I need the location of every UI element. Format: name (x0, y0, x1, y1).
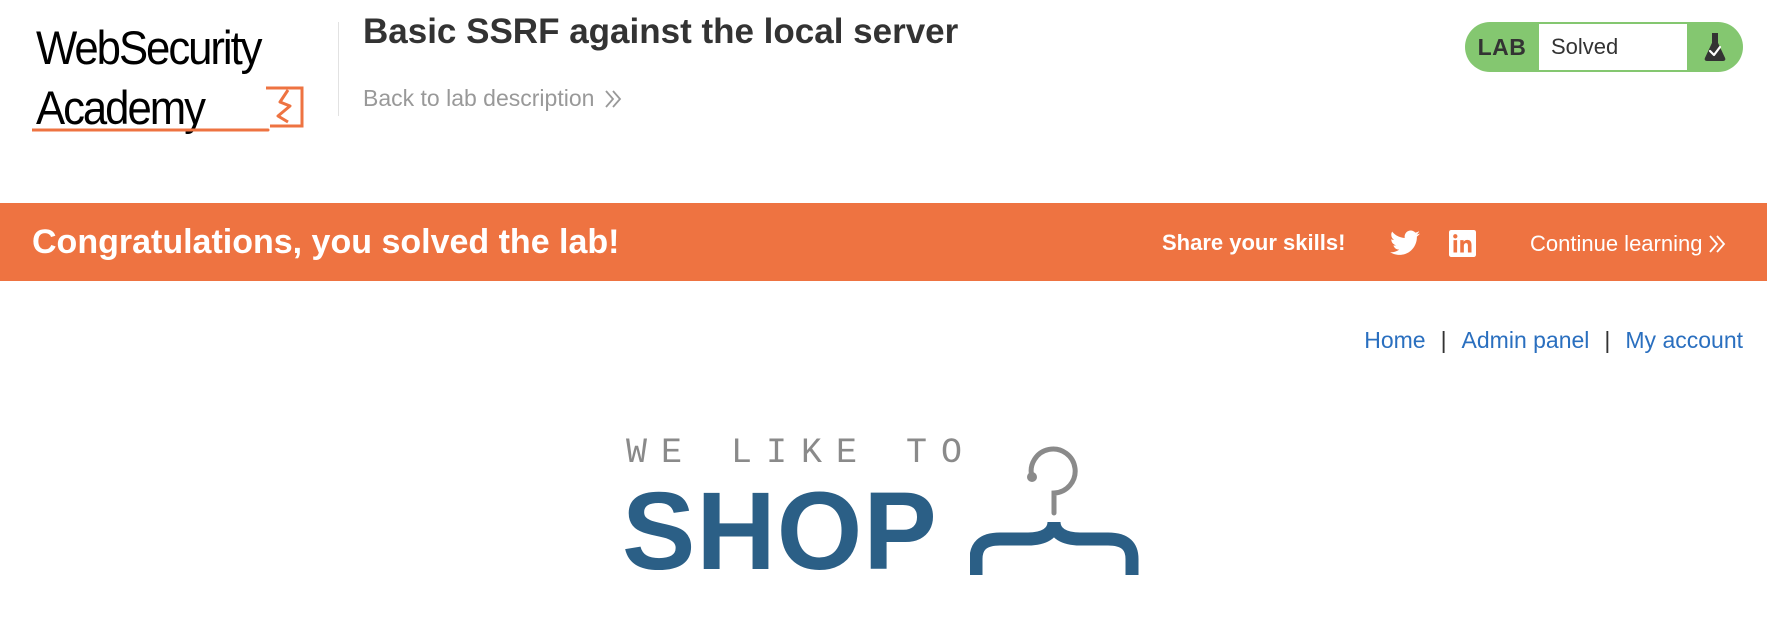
nav-separator: | (1440, 327, 1447, 353)
flask-icon (1687, 22, 1743, 72)
shop-wordmark: SHOP (622, 470, 938, 593)
hanger-icon (970, 446, 1139, 575)
shop-tagline: WE LIKE TO (626, 433, 977, 473)
lab-state: Solved (1539, 24, 1687, 70)
logo-text-line1: WebSecurity (36, 21, 263, 74)
back-link-label: Back to lab description (363, 85, 595, 111)
nav-link-admin-panel[interactable]: Admin panel (1462, 327, 1590, 354)
header-divider (338, 22, 339, 116)
double-chevron-right-icon (1709, 235, 1726, 253)
share-skills-label: Share your skills! (1162, 230, 1346, 255)
continue-learning-label: Continue learning (1530, 231, 1703, 256)
twitter-icon[interactable] (1390, 230, 1420, 261)
lab-tag: LAB (1477, 33, 1527, 60)
site-top-nav: Home | Admin panel | My account (1364, 327, 1743, 354)
solved-message: Congratulations, you solved the lab! (32, 223, 620, 261)
nav-separator: | (1604, 327, 1611, 353)
academy-logo-mark-icon (32, 86, 304, 132)
lab-status-widget: LAB Solved (1465, 22, 1743, 72)
web-security-academy-logo[interactable]: WebSecurity Academy (32, 20, 340, 132)
double-chevron-right-icon (605, 89, 622, 108)
continue-learning-link[interactable]: Continue learning (1530, 231, 1726, 257)
back-to-lab-description-link[interactable]: Back to lab description (363, 85, 622, 112)
lab-title: Basic SSRF against the local server (363, 12, 959, 51)
linkedin-icon[interactable] (1449, 230, 1476, 262)
academy-header: WebSecurity Academy Basic SSRF against t… (0, 0, 1767, 203)
nav-link-my-account[interactable]: My account (1625, 327, 1743, 354)
shop-logo: WE LIKE TO SHOP (622, 425, 1152, 605)
lab-solved-banner: Congratulations, you solved the lab! Sha… (0, 203, 1767, 281)
nav-link-home[interactable]: Home (1364, 327, 1425, 354)
